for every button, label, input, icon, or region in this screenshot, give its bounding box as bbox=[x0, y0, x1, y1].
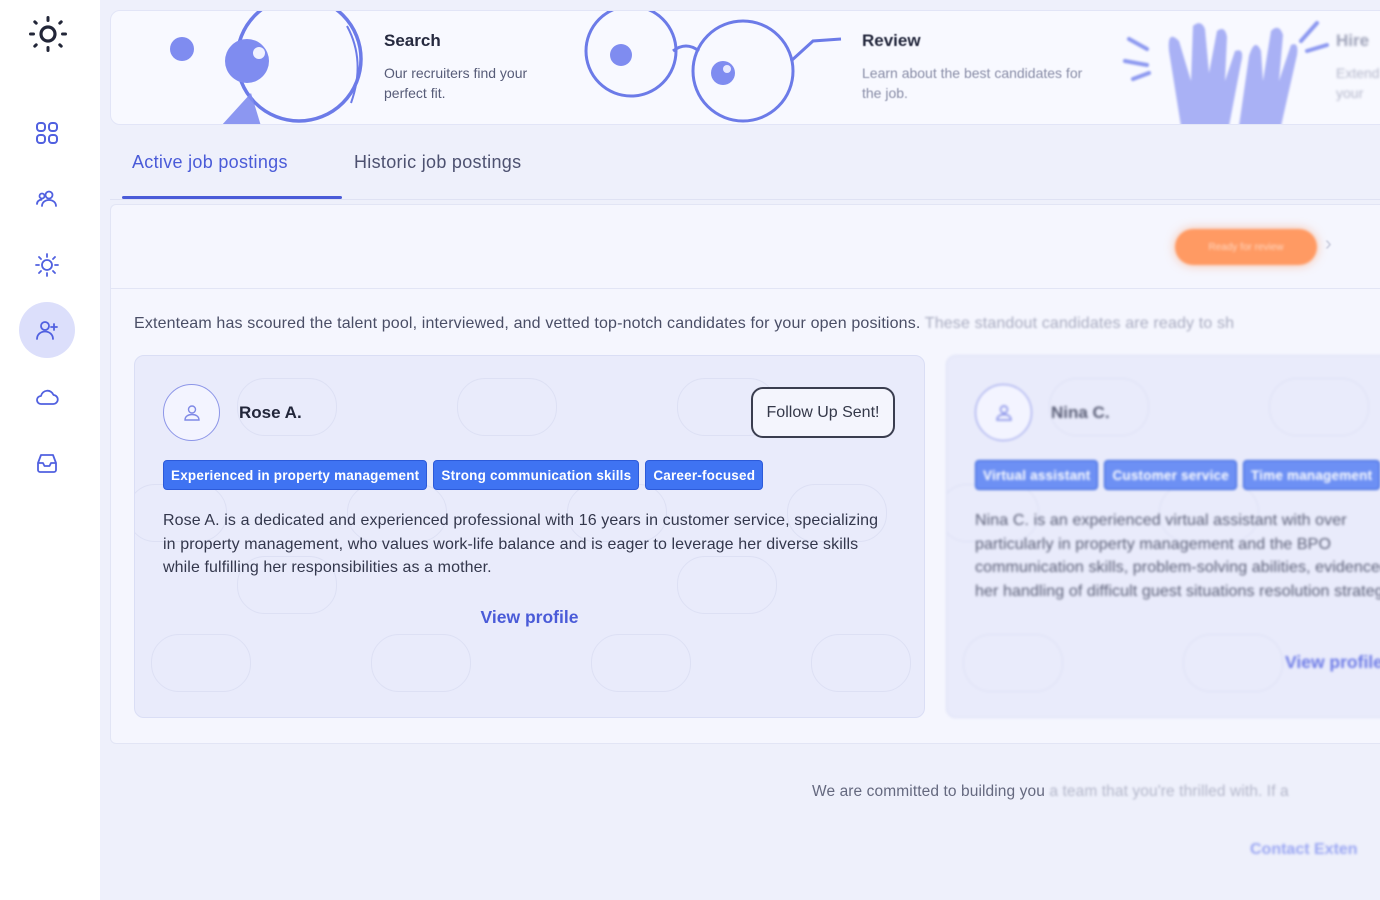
step-title: Review bbox=[862, 31, 921, 50]
step-description: Our recruiters find your perfect fit. bbox=[384, 65, 528, 101]
nav-hiring[interactable] bbox=[19, 302, 75, 358]
sun-icon bbox=[35, 253, 59, 277]
nav-settings[interactable] bbox=[19, 237, 75, 293]
team-icon bbox=[36, 190, 57, 207]
job-postings-tabs: Active job postings Historic job posting… bbox=[110, 138, 1380, 200]
user-icon bbox=[183, 404, 200, 421]
sidebar bbox=[0, 0, 100, 900]
follow-up-button[interactable]: Follow Up Sent! bbox=[751, 387, 895, 438]
candidate-name: Rose A. bbox=[239, 403, 302, 422]
nav-dashboard[interactable] bbox=[19, 105, 75, 161]
step-review: Review Learn about the best candidates f… bbox=[862, 31, 1102, 103]
step-description: Extend your bbox=[1336, 65, 1380, 101]
skill-tags: Experienced in property management Stron… bbox=[163, 460, 764, 490]
cloud-icon bbox=[36, 389, 59, 405]
chevron-right-icon[interactable]: › bbox=[1325, 233, 1332, 256]
logo-icon[interactable] bbox=[26, 13, 70, 55]
grid-icon bbox=[36, 122, 58, 144]
add-user-icon bbox=[36, 321, 58, 340]
skill-tag: Customer service bbox=[1104, 460, 1237, 490]
inbox-icon bbox=[37, 454, 57, 473]
skill-tags: Virtual assistant Customer service Time … bbox=[975, 460, 1380, 490]
contact-link[interactable]: Contact Exten bbox=[1250, 841, 1358, 859]
candidate-description: Nina C. is an experienced virtual assist… bbox=[975, 512, 1380, 600]
status-badge: Ready for review bbox=[1175, 229, 1317, 265]
candidate-card: Nina C. Virtual assistant Customer servi… bbox=[946, 355, 1380, 718]
footer-note-visible: We are committed to building you bbox=[812, 783, 1045, 800]
skill-tag: Time management bbox=[1242, 460, 1380, 490]
avatar bbox=[975, 384, 1032, 441]
tab-active-job-postings[interactable]: Active job postings bbox=[132, 152, 288, 173]
skill-tag: Virtual assistant bbox=[975, 460, 1099, 490]
job-posting-header[interactable]: Ready for review › bbox=[111, 205, 1380, 289]
intro-text-visible: Extenteam has scoured the talent pool, i… bbox=[134, 315, 921, 332]
nav-team[interactable] bbox=[19, 171, 75, 227]
view-profile-link[interactable]: View profile bbox=[135, 607, 924, 628]
nav-inbox[interactable] bbox=[19, 435, 75, 491]
candidate-card: Rose A. Follow Up Sent! Experienced in p… bbox=[134, 355, 925, 718]
step-search: Search Our recruiters find your perfect … bbox=[384, 31, 564, 103]
skill-tag: Experienced in property management bbox=[163, 460, 428, 490]
step-title: Search bbox=[384, 31, 441, 50]
view-profile-link[interactable]: View profile bbox=[1285, 652, 1380, 673]
user-icon bbox=[995, 404, 1012, 421]
candidate-description: Rose A. is a dedicated and experienced p… bbox=[163, 512, 879, 576]
hands-illustration-icon bbox=[1123, 21, 1329, 124]
step-hire: Hire Extend your bbox=[1336, 31, 1380, 103]
job-posting-panel: Ready for review › Extenteam has scoured… bbox=[110, 204, 1380, 744]
nav-cloud[interactable] bbox=[19, 369, 75, 425]
footer-note-faded: a team that you're thrilled with. If a bbox=[1049, 783, 1289, 800]
tab-historic-job-postings[interactable]: Historic job postings bbox=[354, 152, 521, 173]
process-banner: Search Our recruiters find your perfect … bbox=[110, 10, 1380, 125]
avatar bbox=[163, 384, 220, 441]
intro-text-faded: These standout candidates are ready to s… bbox=[924, 315, 1235, 332]
magnifier-illustration-icon bbox=[170, 11, 363, 124]
skill-tag: Career-focused bbox=[645, 460, 764, 490]
step-title: Hire bbox=[1336, 31, 1370, 50]
glasses-illustration-icon bbox=[584, 11, 842, 123]
active-tab-indicator bbox=[122, 196, 342, 199]
candidate-name: Nina C. bbox=[1051, 403, 1110, 422]
footer-note: We are committed to building you a team … bbox=[812, 783, 1289, 801]
intro-text: Extenteam has scoured the talent pool, i… bbox=[134, 315, 1234, 333]
main-content: Search Our recruiters find your perfect … bbox=[100, 0, 1380, 900]
skill-tag: Strong communication skills bbox=[433, 460, 640, 490]
step-description: Learn about the best candidates for the … bbox=[862, 65, 1083, 101]
